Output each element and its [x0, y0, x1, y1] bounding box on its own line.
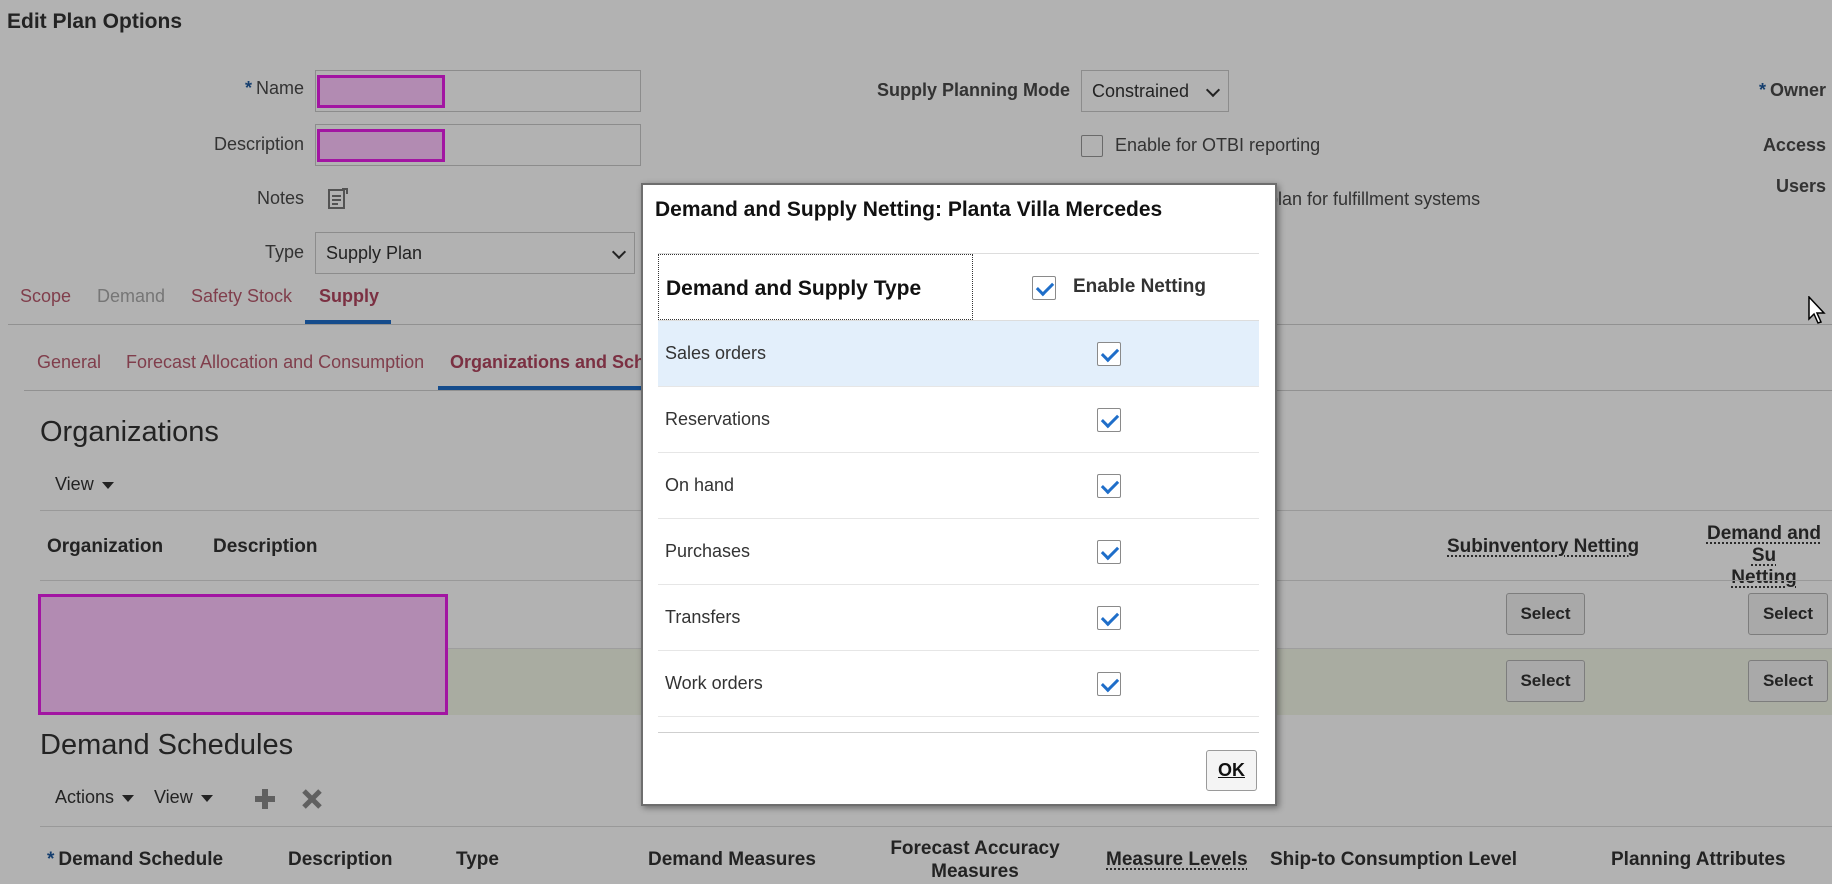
enable-netting-checkbox[interactable] — [1097, 408, 1121, 432]
enable-netting-checkbox[interactable] — [1097, 474, 1121, 498]
netting-row-purchases[interactable]: Purchases — [658, 519, 1259, 585]
dialog-title: Demand and Supply Netting: Planta Villa … — [655, 198, 1162, 222]
netting-dialog: Demand and Supply Netting: Planta Villa … — [641, 183, 1277, 806]
enable-netting-checkbox[interactable] — [1097, 540, 1121, 564]
netting-row-transfers[interactable]: Transfers — [658, 585, 1259, 651]
row-label: Purchases — [665, 541, 750, 562]
row-label: Transfers — [665, 607, 740, 628]
netting-table: Demand and Supply Type Enable Netting Sa… — [658, 253, 1259, 717]
enable-netting-checkbox[interactable] — [1097, 606, 1121, 630]
mouse-cursor-icon — [1808, 296, 1828, 326]
dialog-footer-divider — [658, 732, 1259, 733]
col-demand-supply-type[interactable]: Demand and Supply Type — [658, 254, 973, 320]
enable-netting-checkbox[interactable] — [1097, 672, 1121, 696]
netting-row-on-hand[interactable]: On hand — [658, 453, 1259, 519]
row-label: Work orders — [665, 673, 763, 694]
netting-table-header: Demand and Supply Type Enable Netting — [658, 253, 1259, 321]
netting-row-sales-orders[interactable]: Sales orders — [658, 321, 1259, 387]
row-label: Sales orders — [665, 343, 766, 364]
enable-netting-checkbox[interactable] — [1097, 342, 1121, 366]
row-label: Reservations — [665, 409, 770, 430]
netting-row-reservations[interactable]: Reservations — [658, 387, 1259, 453]
enable-all-checkbox[interactable] — [1032, 276, 1056, 300]
col-enable-netting: Enable Netting — [1073, 276, 1206, 298]
ok-button[interactable]: OK — [1206, 750, 1257, 791]
row-label: On hand — [665, 475, 734, 496]
netting-row-work-orders[interactable]: Work orders — [658, 651, 1259, 717]
